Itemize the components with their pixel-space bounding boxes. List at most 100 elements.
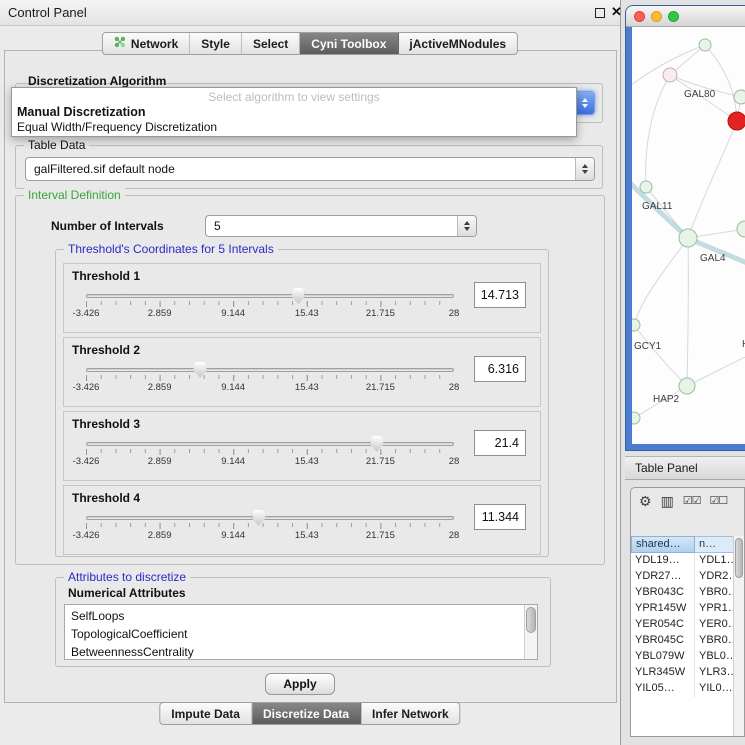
tab-label: Infer Network: [372, 707, 449, 721]
combobox-stepper-icon[interactable]: [575, 158, 594, 180]
list-scrollbar-thumb[interactable]: [526, 607, 536, 633]
tab-jactivemnodules[interactable]: jActiveMNodules: [398, 33, 517, 54]
network-node[interactable]: [734, 90, 745, 104]
network-window-titlebar[interactable]: [626, 6, 745, 27]
threshold-2-panel: Threshold 2 -3.426 2.859 9.144 15.43 21.…: [63, 337, 541, 407]
mac-close-icon[interactable]: [634, 11, 645, 22]
select-all-rows-icon[interactable]: ☑☑: [683, 496, 701, 507]
number-of-intervals-value: 5: [206, 219, 457, 233]
scale-label: 21.715: [366, 456, 395, 467]
scale-label: 28: [449, 456, 460, 467]
table-row[interactable]: YDL19…YDL1…: [631, 553, 733, 569]
table-row[interactable]: YBR045CYBR0…: [631, 633, 733, 649]
scale-label: 21.715: [366, 530, 395, 541]
slider-scale: -3.426 2.859 9.144 15.43 21.715 28: [86, 530, 454, 542]
slider-ticks: [86, 375, 454, 379]
table-row[interactable]: YPR145WYPR1…: [631, 601, 733, 617]
list-scrollbar[interactable]: [524, 605, 537, 659]
network-graph: GAL80 GAL11 GAL4 GCY1 HAP2 H: [632, 27, 745, 444]
scale-label: -3.426: [73, 456, 100, 467]
slider-ticks: [86, 449, 454, 453]
cell: YBR0…: [695, 585, 733, 601]
network-node[interactable]: [679, 229, 697, 247]
list-item-topologicalcoefficient[interactable]: TopologicalCoefficient: [65, 625, 537, 643]
panel-title: Control Panel: [8, 0, 87, 26]
threshold-2-slider[interactable]: -3.426 2.859 9.144 15.43 21.715 28: [86, 362, 454, 400]
tab-label: Impute Data: [171, 707, 240, 721]
table-scrollbar-thumb[interactable]: [735, 538, 743, 578]
threshold-2-value-field[interactable]: 6.316: [474, 356, 526, 382]
columns-icon[interactable]: ▥: [661, 494, 674, 508]
network-node[interactable]: [699, 39, 711, 51]
attributes-group: Attributes to discretize Numerical Attri…: [55, 577, 551, 667]
table-header-row: shared… n…: [631, 536, 744, 553]
threshold-3-value-field[interactable]: 21.4: [474, 430, 526, 456]
scale-label: 2.859: [148, 530, 172, 541]
scale-label: 15.43: [295, 530, 319, 541]
mac-minimize-icon[interactable]: [651, 11, 662, 22]
scale-label: 2.859: [148, 308, 172, 319]
network-node[interactable]: [640, 181, 652, 193]
tab-cyni-toolbox[interactable]: Cyni Toolbox: [300, 33, 398, 54]
table-row[interactable]: YIL05…YIL0…: [631, 681, 733, 697]
threshold-4-slider[interactable]: -3.426 2.859 9.144 15.43 21.715 28: [86, 510, 454, 548]
network-node[interactable]: [737, 221, 745, 237]
combobox-stepper-icon[interactable]: [575, 92, 594, 114]
table-row[interactable]: YBR043CYBR0…: [631, 585, 733, 601]
network-node[interactable]: [632, 319, 640, 331]
network-node-red[interactable]: [728, 112, 745, 130]
node-label-hap2: HAP2: [653, 394, 680, 405]
table-data-combobox[interactable]: galFiltered.sif default node: [25, 157, 595, 181]
tab-impute-data[interactable]: Impute Data: [160, 703, 252, 724]
scale-label: 2.859: [148, 382, 172, 393]
list-item-selfloops[interactable]: SelfLoops: [65, 605, 537, 625]
network-canvas[interactable]: GAL80 GAL11 GAL4 GCY1 HAP2 H: [632, 27, 745, 444]
tab-select[interactable]: Select: [242, 33, 300, 54]
list-item-betweennesscentrality[interactable]: BetweennessCentrality: [65, 643, 537, 660]
network-view-window: GAL80 GAL11 GAL4 GCY1 HAP2 H: [625, 5, 745, 451]
threshold-4-value-field[interactable]: 11.344: [474, 504, 526, 530]
apply-button[interactable]: Apply: [265, 673, 335, 695]
cell: YER0…: [695, 617, 733, 633]
float-window-icon[interactable]: [595, 8, 605, 18]
thresholds-group-label: Threshold's Coordinates for 5 Intervals: [64, 242, 278, 256]
slider-scale: -3.426 2.859 9.144 15.43 21.715 28: [86, 382, 454, 394]
table-row[interactable]: YLR345WYLR3…: [631, 665, 733, 681]
cell: YER054C: [631, 617, 695, 633]
table-row[interactable]: YBL079WYBL0…: [631, 649, 733, 665]
tab-infer-network[interactable]: Infer Network: [361, 703, 460, 724]
numerical-attributes-list[interactable]: SelfLoops TopologicalCoefficient Between…: [64, 604, 538, 660]
network-node[interactable]: [632, 412, 640, 424]
dropdown-option-equal-width-frequency[interactable]: Equal Width/Frequency Discretization: [12, 119, 576, 134]
node-label-gal80: GAL80: [684, 89, 716, 100]
select-some-rows-icon[interactable]: ☑☐: [710, 496, 728, 507]
table-panel-title: Table Panel: [635, 457, 698, 479]
combobox-stepper-icon[interactable]: [457, 216, 476, 236]
gear-icon[interactable]: ⚙: [639, 494, 652, 508]
threshold-3-label: Threshold 3: [72, 417, 140, 431]
tab-network[interactable]: Network: [103, 33, 190, 54]
slider-track: [86, 516, 454, 520]
threshold-1-value-field[interactable]: 14.713: [474, 282, 526, 308]
threshold-1-slider[interactable]: -3.426 2.859 9.144 15.43 21.715 28: [86, 288, 454, 326]
number-of-intervals-combobox[interactable]: 5: [205, 215, 477, 237]
table-body: YDL19…YDL1… YDR27…YDR2… YBR043CYBR0… YPR…: [631, 553, 733, 736]
network-icon: [114, 36, 126, 51]
slider-ticks: [86, 523, 454, 527]
network-node-pink[interactable]: [663, 68, 677, 82]
table-row[interactable]: YDR27…YDR2…: [631, 569, 733, 585]
tab-discretize-data[interactable]: Discretize Data: [252, 703, 361, 724]
control-panel: Control Panel ✕ Network Style Select Cyn…: [0, 0, 621, 745]
close-icon[interactable]: ✕: [611, 4, 622, 20]
cell: YIL05…: [631, 681, 695, 697]
number-of-intervals-label: Number of Intervals: [51, 219, 164, 233]
table-scrollbar[interactable]: [733, 536, 744, 736]
table-row[interactable]: YER054CYER0…: [631, 617, 733, 633]
table-panel-titlebar: Table Panel: [625, 456, 745, 480]
threshold-3-slider[interactable]: -3.426 2.859 9.144 15.43 21.715 28: [86, 436, 454, 474]
column-header-shared-name[interactable]: shared…: [631, 536, 695, 553]
mac-zoom-icon[interactable]: [668, 11, 679, 22]
tab-style[interactable]: Style: [190, 33, 242, 54]
dropdown-option-manual-discretization[interactable]: Manual Discretization: [12, 104, 576, 119]
network-node[interactable]: [679, 378, 695, 394]
